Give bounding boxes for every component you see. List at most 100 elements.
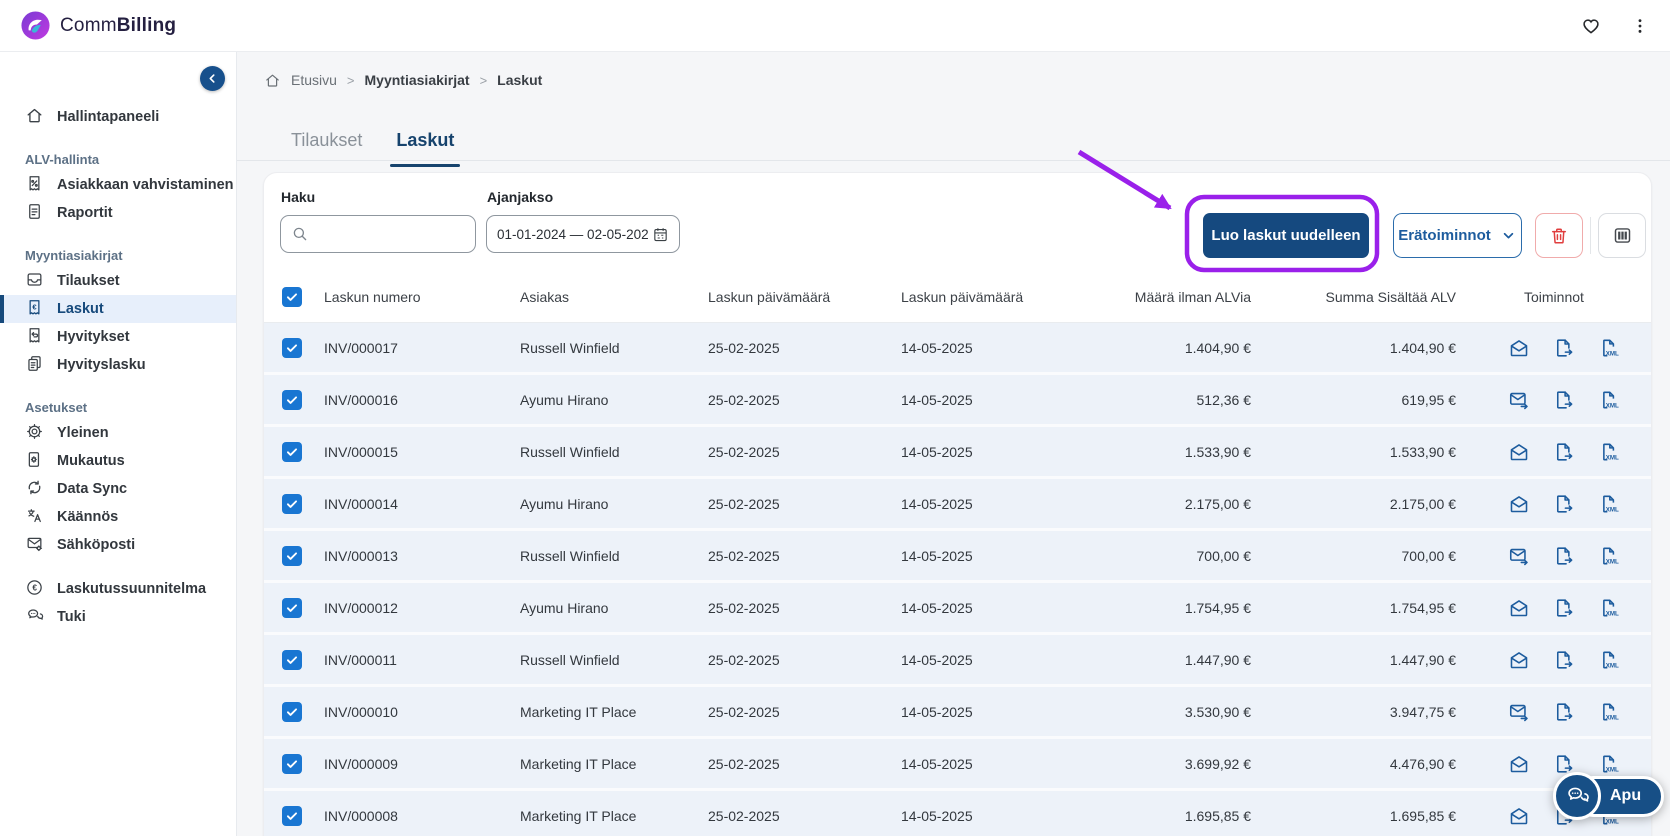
- date-range-input[interactable]: 01-01-2024 — 02-05-202: [486, 215, 680, 253]
- sidebar-item[interactable]: Mukautus: [0, 447, 236, 475]
- sidebar-item[interactable]: Käännös: [0, 503, 236, 531]
- date-range-value: 01-01-2024 — 02-05-202: [497, 226, 649, 242]
- cell-amount-excl-vat: 700,00 €: [1196, 547, 1252, 564]
- table-row[interactable]: INV/000013 Russell Winfield 25-02-2025 1…: [264, 531, 1651, 583]
- file-export-icon[interactable]: [1553, 337, 1575, 359]
- column-header-amount-excl-vat[interactable]: Määrä ilman ALVia: [1064, 289, 1254, 305]
- file-xml-icon[interactable]: XML: [1598, 701, 1620, 723]
- batch-actions-button[interactable]: Erätoiminnot: [1393, 213, 1522, 258]
- column-header-invoice-date[interactable]: Laskun päivämäärä: [704, 289, 894, 305]
- tab-laskut[interactable]: Laskut: [390, 130, 461, 167]
- table-row[interactable]: INV/000011 Russell Winfield 25-02-2025 1…: [264, 635, 1651, 687]
- sidebar-item[interactable]: Yleinen: [0, 419, 236, 447]
- mail-open-icon[interactable]: [1508, 441, 1530, 463]
- recreate-invoices-button[interactable]: Luo laskut uudelleen: [1203, 213, 1369, 258]
- column-header-amount-incl-vat[interactable]: Summa Sisältää ALV: [1254, 289, 1459, 305]
- sidebar-item[interactable]: Tuki: [0, 603, 236, 631]
- sidebar-item[interactable]: Tilaukset: [0, 267, 236, 295]
- row-checkbox[interactable]: [282, 805, 302, 826]
- sidebar-item[interactable]: Hyvitykset: [0, 323, 236, 351]
- sidebar-item[interactable]: Data Sync: [0, 475, 236, 503]
- file-xml-icon[interactable]: XML: [1598, 649, 1620, 671]
- file-export-icon[interactable]: [1553, 701, 1575, 723]
- chevron-left-icon: [209, 74, 215, 83]
- search-input[interactable]: [316, 226, 456, 242]
- column-header-customer[interactable]: Asiakas: [514, 289, 704, 305]
- mail-send-icon[interactable]: [1508, 701, 1530, 723]
- check-icon: [286, 395, 298, 404]
- row-checkbox[interactable]: [282, 753, 302, 774]
- row-checkbox[interactable]: [282, 701, 302, 722]
- table-row[interactable]: INV/000012 Ayumu Hirano 25-02-2025 14-05…: [264, 583, 1651, 635]
- sidebar-item-label: Laskut: [57, 301, 104, 317]
- table-row[interactable]: INV/000014 Ayumu Hirano 25-02-2025 14-05…: [264, 479, 1651, 531]
- sidebar-item[interactable]: € Laskutussuunnitelma: [0, 575, 236, 603]
- file-xml-icon[interactable]: XML: [1598, 389, 1620, 411]
- row-checkbox[interactable]: [282, 493, 302, 514]
- file-export-icon[interactable]: [1553, 441, 1575, 463]
- mail-gear-icon: [25, 534, 44, 557]
- table-row[interactable]: INV/000008 Marketing IT Place 25-02-2025…: [264, 791, 1651, 836]
- columns-icon: [1614, 228, 1630, 243]
- breadcrumb-etusivu[interactable]: Etusivu: [291, 72, 337, 88]
- sidebar-collapse-button[interactable]: [200, 66, 225, 91]
- file-export-icon[interactable]: [1553, 597, 1575, 619]
- table-row[interactable]: INV/000017 Russell Winfield 25-02-2025 1…: [264, 323, 1651, 375]
- table-row[interactable]: INV/000009 Marketing IT Place 25-02-2025…: [264, 739, 1651, 791]
- app-logo[interactable]: CommBilling: [20, 10, 176, 41]
- overflow-menu-icon[interactable]: [1630, 16, 1650, 36]
- file-export-icon[interactable]: [1553, 545, 1575, 567]
- file-xml-icon[interactable]: XML: [1598, 493, 1620, 515]
- row-checkbox[interactable]: [282, 597, 302, 618]
- file-export-icon[interactable]: [1553, 493, 1575, 515]
- table-row[interactable]: INV/000015 Russell Winfield 25-02-2025 1…: [264, 427, 1651, 479]
- tab-tilaukset[interactable]: Tilaukset: [291, 130, 362, 160]
- mail-send-icon[interactable]: [1508, 545, 1530, 567]
- table-row[interactable]: INV/000010 Marketing IT Place 25-02-2025…: [264, 687, 1651, 739]
- sidebar-item-label: Hyvityslasku: [57, 357, 146, 373]
- cell-amount-incl-vat: 3.947,75 €: [1389, 703, 1456, 720]
- file-xml-icon[interactable]: XML: [1598, 441, 1620, 463]
- row-checkbox[interactable]: [282, 649, 302, 670]
- cell-customer: Russell Winfield: [520, 443, 620, 460]
- sidebar-item[interactable]: Hallintapaneeli: [0, 103, 236, 131]
- main-content: Etusivu > Myyntiasiakirjat > Laskut Tila…: [237, 52, 1670, 836]
- cell-invoice-date: 25-02-2025: [708, 391, 780, 408]
- select-all-checkbox[interactable]: [282, 286, 302, 307]
- sidebar-item[interactable]: € Laskut: [0, 295, 236, 323]
- row-checkbox[interactable]: [282, 337, 302, 358]
- mail-open-icon[interactable]: [1508, 493, 1530, 515]
- row-checkbox[interactable]: [282, 545, 302, 566]
- sidebar-item[interactable]: Asiakkaan vahvistaminen: [0, 171, 236, 199]
- mail-open-icon[interactable]: [1508, 597, 1530, 619]
- breadcrumb: Etusivu > Myyntiasiakirjat > Laskut: [264, 66, 542, 94]
- file-export-icon[interactable]: [1553, 389, 1575, 411]
- column-header-due-date[interactable]: Laskun päivämäärä: [894, 289, 1064, 305]
- inbox-icon: [25, 270, 44, 293]
- row-checkbox[interactable]: [282, 389, 302, 410]
- mail-open-icon[interactable]: [1508, 753, 1530, 775]
- delete-button[interactable]: [1535, 213, 1583, 258]
- breadcrumb-myyntiasiakirjat[interactable]: Myyntiasiakirjat: [365, 72, 470, 88]
- home-icon[interactable]: [264, 72, 281, 89]
- table-row[interactable]: INV/000016 Ayumu Hirano 25-02-2025 14-05…: [264, 375, 1651, 427]
- mail-open-icon[interactable]: [1508, 649, 1530, 671]
- sidebar-item[interactable]: Raportit: [0, 199, 236, 227]
- cell-amount-incl-vat: 2.175,00 €: [1389, 495, 1456, 512]
- date-range-label: Ajanjakso: [487, 189, 554, 205]
- file-export-icon[interactable]: [1553, 649, 1575, 671]
- column-header-invoice-number[interactable]: Laskun numero: [312, 289, 514, 305]
- file-xml-icon[interactable]: XML: [1598, 597, 1620, 619]
- sidebar-item[interactable]: Hyvityslasku: [0, 351, 236, 379]
- sidebar-item[interactable]: Sähköposti: [0, 531, 236, 559]
- file-xml-icon[interactable]: XML: [1598, 545, 1620, 567]
- mail-open-icon[interactable]: [1508, 805, 1530, 827]
- sidebar-section-label: ALV-hallinta: [25, 151, 100, 167]
- file-xml-icon[interactable]: XML: [1598, 337, 1620, 359]
- favorite-icon[interactable]: [1580, 15, 1602, 37]
- mail-open-icon[interactable]: [1508, 337, 1530, 359]
- row-checkbox[interactable]: [282, 441, 302, 462]
- mail-send-icon[interactable]: [1508, 389, 1530, 411]
- help-chat-button[interactable]: [1553, 772, 1601, 820]
- column-settings-button[interactable]: [1598, 213, 1646, 258]
